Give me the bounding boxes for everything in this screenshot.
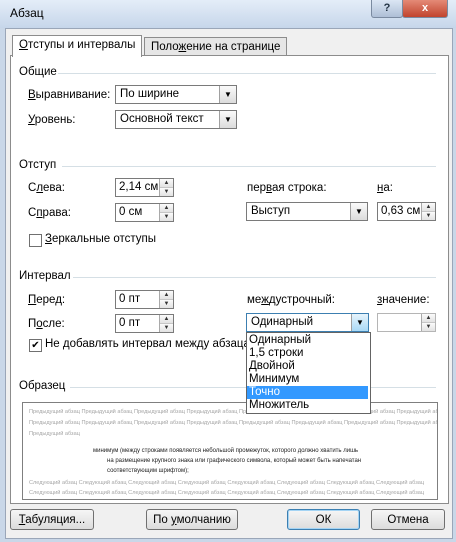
ok-button[interactable]: ОК bbox=[287, 509, 360, 530]
line-spacing-option[interactable]: Минимум bbox=[247, 373, 368, 386]
preview-next-line: Следующий абзац Следующий абзац Следующи… bbox=[29, 480, 425, 486]
chevron-down-icon[interactable]: ▼ bbox=[351, 314, 368, 331]
indent-by-spinner[interactable]: 0,63 см ▲ ▼ bbox=[377, 202, 436, 221]
spacing-at-spinner[interactable]: ▲ ▼ bbox=[377, 313, 436, 332]
indent-by-label: на: bbox=[377, 182, 393, 194]
spin-up-icon[interactable]: ▲ bbox=[422, 314, 435, 323]
spin-up-icon[interactable]: ▲ bbox=[422, 203, 435, 212]
no-space-between-checkbox[interactable]: ✔ bbox=[29, 339, 42, 352]
chevron-down-icon[interactable]: ▼ bbox=[219, 86, 236, 103]
preview-main-line: на размещение крупного знака или графиче… bbox=[107, 458, 362, 464]
group-indent-heading: Отступ bbox=[19, 159, 57, 171]
preview-main-line: минимум (между строками появляется небол… bbox=[93, 448, 359, 454]
first-line-value: Выступ bbox=[251, 205, 291, 217]
spin-up-icon[interactable]: ▲ bbox=[160, 204, 173, 213]
spin-down-icon[interactable]: ▼ bbox=[160, 188, 173, 196]
line-spacing-option-selected[interactable]: Точно bbox=[247, 386, 368, 399]
no-space-between-label: Не добавлять интервал между абзацами bbox=[45, 338, 265, 350]
group-general-line bbox=[58, 73, 436, 74]
indent-right-spinner[interactable]: 0 см ▲ ▼ bbox=[115, 203, 174, 222]
level-label: Уровень: bbox=[28, 114, 76, 126]
tab-indents-spacing[interactable]: Отступы и интервалы bbox=[12, 35, 143, 57]
indent-left-label: Слева: bbox=[28, 182, 65, 194]
space-after-value: 0 пт bbox=[119, 317, 141, 329]
spacing-at-label: значение: bbox=[377, 294, 430, 306]
indent-right-value: 0 см bbox=[119, 206, 143, 218]
group-spacing-heading: Интервал bbox=[19, 270, 71, 282]
tab-indents-spacing-label: тступы и интервалы bbox=[27, 39, 136, 51]
group-general-heading: Общие bbox=[19, 66, 57, 78]
space-before-spinner[interactable]: 0 пт ▲ ▼ bbox=[115, 290, 174, 309]
help-button[interactable]: ? bbox=[371, 0, 403, 18]
indent-right-label: Справа: bbox=[28, 207, 71, 219]
preview-main-line: соответствующим шрифтом); bbox=[107, 468, 189, 474]
tab-page-position-label-a: Поло bbox=[151, 41, 179, 53]
mirror-indents-label: Зеркальные отступы bbox=[45, 233, 157, 245]
space-after-label: После: bbox=[28, 318, 65, 330]
line-spacing-option[interactable]: 1,5 строки bbox=[247, 347, 368, 360]
spin-up-icon[interactable]: ▲ bbox=[160, 291, 173, 300]
indent-left-value: 2,14 см bbox=[119, 181, 159, 193]
preview-prev-line: Предыдущий абзац bbox=[29, 431, 80, 437]
group-spacing-line bbox=[73, 277, 436, 278]
spin-up-icon[interactable]: ▲ bbox=[160, 315, 173, 324]
level-select[interactable]: Основной текст ▼ bbox=[115, 110, 237, 129]
tabs-button[interactable]: Табуляция... bbox=[10, 509, 94, 530]
first-line-label: первая строка: bbox=[247, 182, 327, 194]
preview-prev-line: Предыдущий абзац Предыдущий абзац Предыд… bbox=[29, 420, 438, 426]
alignment-select[interactable]: По ширине ▼ bbox=[115, 85, 237, 104]
spin-up-icon[interactable]: ▲ bbox=[160, 179, 173, 188]
spin-down-icon[interactable]: ▼ bbox=[160, 213, 173, 221]
first-line-select[interactable]: Выступ ▼ bbox=[246, 202, 368, 221]
alignment-label: Выравнивание: bbox=[28, 89, 111, 101]
line-spacing-select[interactable]: Одинарный ▼ bbox=[246, 313, 369, 332]
space-before-label: Перед: bbox=[28, 294, 66, 306]
indent-left-spinner[interactable]: 2,14 см ▲ ▼ bbox=[115, 178, 174, 197]
indent-by-value: 0,63 см bbox=[381, 205, 421, 217]
alignment-value: По ширине bbox=[120, 88, 180, 100]
level-value: Основной текст bbox=[120, 113, 204, 125]
line-spacing-dropdown: Одинарный 1,5 строки Двойной Минимум Точ… bbox=[246, 332, 371, 414]
group-preview-heading: Образец bbox=[19, 380, 66, 392]
space-after-spinner[interactable]: 0 пт ▲ ▼ bbox=[115, 314, 174, 333]
mirror-indents-checkbox[interactable] bbox=[29, 234, 42, 247]
line-spacing-option[interactable]: Двойной bbox=[247, 360, 368, 373]
chevron-down-icon[interactable]: ▼ bbox=[219, 111, 236, 128]
cancel-button[interactable]: Отмена bbox=[371, 509, 445, 530]
spin-down-icon[interactable]: ▼ bbox=[160, 324, 173, 332]
line-spacing-option[interactable]: Одинарный bbox=[247, 334, 368, 347]
chevron-down-icon[interactable]: ▼ bbox=[350, 203, 367, 220]
space-before-value: 0 пт bbox=[119, 293, 141, 305]
spin-down-icon[interactable]: ▼ bbox=[160, 300, 173, 308]
tab-indents-spacing-accel: О bbox=[19, 39, 28, 51]
spin-down-icon[interactable]: ▼ bbox=[422, 212, 435, 220]
tab-page-position-label-b: ение на странице bbox=[186, 41, 281, 53]
checkmark-icon: ✔ bbox=[31, 340, 40, 351]
line-spacing-label: междустрочный: bbox=[247, 294, 336, 306]
close-button[interactable]: x bbox=[402, 0, 448, 18]
window-title: Абзац bbox=[10, 6, 44, 20]
preview-box: Предыдущий абзац Предыдущий абзац Предыд… bbox=[22, 402, 438, 500]
tab-page-position[interactable]: Положение на странице bbox=[144, 37, 288, 57]
spin-down-icon[interactable]: ▼ bbox=[422, 323, 435, 331]
line-spacing-value: Одинарный bbox=[251, 316, 314, 328]
group-indent-line bbox=[62, 166, 436, 167]
line-spacing-option[interactable]: Множитель bbox=[247, 399, 368, 412]
preview-prev-line: Предыдущий абзац Предыдущий абзац Предыд… bbox=[29, 409, 438, 415]
set-default-button[interactable]: По умолчанию bbox=[146, 509, 238, 530]
preview-next-line: Следующий абзац Следующий абзац Следующи… bbox=[29, 490, 425, 496]
